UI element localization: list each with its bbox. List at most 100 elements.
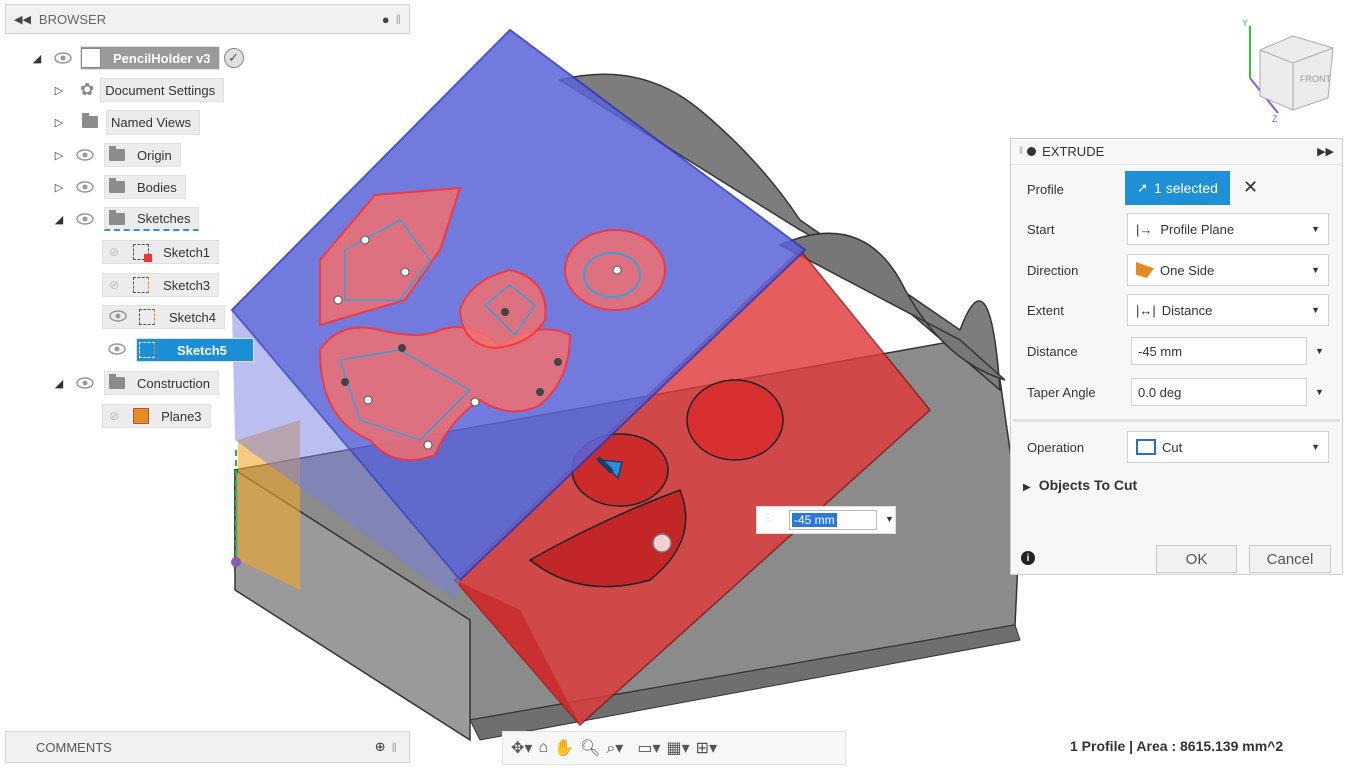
eye-hidden-icon[interactable]: ⊘	[109, 245, 119, 259]
input-grip-icon: ⋮	[763, 513, 773, 524]
start-dropdown[interactable]: |→ Profile Plane ▼	[1127, 213, 1329, 245]
tree-row-sketch3[interactable]: ⊘ Sketch3	[102, 272, 220, 298]
tree-item-origin[interactable]: Origin	[104, 143, 181, 167]
clear-selection-icon[interactable]: ✕	[1243, 177, 1258, 198]
distance-label: Distance	[1027, 343, 1078, 359]
tree-item-root[interactable]: PencilHolder v3	[80, 46, 220, 70]
add-comment-icon[interactable]: ⊕	[375, 739, 386, 755]
expanded-triangle-icon[interactable]: ◢	[52, 213, 66, 226]
look-at-icon[interactable]: ⌂	[538, 739, 548, 757]
eye-icon[interactable]	[76, 213, 94, 225]
eye-icon[interactable]	[108, 342, 126, 358]
zoom-icon[interactable]: 🔍︎	[580, 738, 600, 758]
cancel-button[interactable]: Cancel	[1249, 545, 1331, 573]
pan-icon[interactable]: ✋	[554, 738, 574, 758]
direction-label: Direction	[1027, 262, 1079, 278]
direction-row: Direction	[1027, 254, 1127, 286]
tree-item-label: PencilHolder v3	[113, 50, 211, 66]
eye-icon[interactable]	[76, 149, 94, 161]
tree-item-document-settings[interactable]: Document Settings	[100, 78, 225, 102]
eye-icon[interactable]	[76, 377, 94, 389]
viewcube-face-label: FRONT	[1300, 74, 1331, 84]
folder-icon	[109, 178, 125, 193]
dialog-pin-icon[interactable]	[1027, 147, 1037, 156]
tree-row-origin[interactable]: ▷ Origin	[52, 142, 181, 168]
view-cube[interactable]: Y Z FRONT	[1238, 18, 1338, 123]
grid-settings-icon[interactable]: ▦▾	[667, 738, 690, 758]
tree-row-construction[interactable]: ◢ Construction	[52, 370, 219, 396]
info-icon[interactable]: i	[1021, 551, 1035, 565]
profile-label: Profile	[1027, 181, 1064, 197]
dialog-grip-icon[interactable]: ‖	[1019, 146, 1023, 157]
tree-item-sketch1[interactable]: ⊘ Sketch1	[102, 240, 220, 264]
tree-row-document-settings[interactable]: ▷ ✿ Document Settings	[52, 77, 225, 103]
folder-icon	[109, 209, 125, 225]
tree-item-bodies[interactable]: Bodies	[104, 175, 186, 199]
navigation-toolbar: ✥▾ ⌂ ✋ 🔍︎ ⌕▾ ▭▾ ▦▾ ⊞▾	[502, 731, 846, 765]
collapsed-triangle-icon[interactable]: ▷	[52, 84, 66, 97]
tree-item-label: Sketch4	[169, 309, 216, 325]
extrude-dialog-header[interactable]: ‖ EXTRUDE ▶▶	[1011, 139, 1342, 165]
expanded-triangle-icon[interactable]: ◢	[52, 377, 66, 390]
tree-row-named-views[interactable]: ▷ Named Views	[52, 109, 208, 135]
collapse-panel-icon[interactable]: ◀◀	[14, 13, 31, 26]
direction-dropdown[interactable]: One Side ▼	[1127, 254, 1329, 286]
operation-dropdown[interactable]: Cut ▼	[1127, 431, 1329, 463]
taper-angle-input[interactable]: 0.0 deg	[1131, 378, 1307, 406]
tree-item-construction[interactable]: Construction	[104, 371, 219, 395]
viewports-icon[interactable]: ⊞▾	[696, 738, 717, 758]
fit-icon[interactable]: ⌕▾	[606, 738, 623, 758]
objects-to-cut-section[interactable]: ▶ Objects To Cut	[1023, 477, 1137, 493]
orbit-icon[interactable]: ✥▾	[511, 738, 532, 758]
tree-item-sketch5[interactable]: Sketch5	[136, 338, 254, 362]
tree-row-sketch4[interactable]: Sketch4	[102, 304, 225, 330]
comments-panel[interactable]: COMMENTS ⊕ ‖	[5, 731, 410, 763]
eye-icon[interactable]	[54, 52, 72, 64]
design-canvas[interactable]: ◀◀ BROWSER ● ‖ ◢ PencilHolder v3 ✓ ▷ ✿ D…	[0, 0, 1348, 770]
comments-title: COMMENTS	[36, 739, 112, 755]
dialog-title: EXTRUDE	[1042, 144, 1105, 159]
extent-dropdown[interactable]: |↔| Distance ▼	[1127, 294, 1329, 326]
eye-icon[interactable]	[109, 309, 127, 325]
pin-panel-icon[interactable]: ●	[382, 12, 390, 27]
chevron-down-icon[interactable]: ▼	[885, 514, 894, 524]
gear-icon: ✿	[80, 80, 95, 99]
collapsed-triangle-icon[interactable]: ▷	[52, 116, 66, 129]
ok-button[interactable]: OK	[1156, 545, 1237, 573]
collapsed-triangle-icon[interactable]: ▷	[52, 149, 66, 162]
taper-value: 0.0 deg	[1138, 384, 1182, 400]
panel-grip-icon[interactable]: ‖	[392, 740, 397, 755]
eye-hidden-icon[interactable]: ⊘	[109, 409, 119, 423]
eye-hidden-icon[interactable]: ⊘	[109, 278, 119, 292]
tree-item-sketch4[interactable]: Sketch4	[102, 305, 225, 329]
profile-select-button[interactable]: ➚ 1 selected	[1125, 171, 1230, 205]
collapsed-triangle-icon[interactable]: ▷	[52, 181, 66, 194]
tree-row-sketch5[interactable]: Sketch5	[102, 337, 254, 363]
cancel-label: Cancel	[1266, 550, 1314, 568]
taper-menu-icon[interactable]: ▼	[1315, 387, 1324, 397]
expand-triangle-icon: ▶	[1023, 482, 1031, 493]
tree-item-label: Plane3	[161, 408, 202, 424]
canvas-distance-field[interactable]: -45 mm	[789, 510, 877, 530]
distance-menu-icon[interactable]: ▼	[1315, 346, 1324, 356]
distance-value: -45 mm	[1138, 343, 1183, 359]
tree-item-named-views[interactable]: Named Views	[82, 109, 208, 135]
expanded-triangle-icon[interactable]: ◢	[30, 52, 44, 65]
canvas-distance-input[interactable]: ⋮ -45 mm ▼	[756, 506, 896, 534]
tree-item-plane3[interactable]: ⊘ Plane3	[102, 404, 211, 428]
tree-item-sketch3[interactable]: ⊘ Sketch3	[102, 273, 220, 297]
expand-dialog-icon[interactable]: ▶▶	[1317, 145, 1334, 158]
extent-value: Distance	[1161, 302, 1213, 318]
panel-grip-icon[interactable]: ‖	[396, 12, 401, 27]
distance-input[interactable]: -45 mm	[1131, 337, 1307, 365]
tree-root-row[interactable]: ◢ PencilHolder v3 ✓	[30, 45, 244, 71]
tree-row-sketch1[interactable]: ⊘ Sketch1	[102, 239, 220, 265]
tree-row-plane3[interactable]: ⊘ Plane3	[102, 403, 211, 429]
tree-row-sketches[interactable]: ◢ Sketches	[52, 206, 200, 232]
tree-item-sketches[interactable]: Sketches	[104, 207, 200, 231]
display-settings-icon[interactable]: ▭▾	[637, 738, 660, 758]
tree-row-bodies[interactable]: ▷ Bodies	[52, 174, 186, 200]
eye-icon[interactable]	[76, 181, 94, 193]
chevron-down-icon: ▼	[1311, 442, 1320, 452]
operation-label: Operation	[1027, 439, 1085, 455]
